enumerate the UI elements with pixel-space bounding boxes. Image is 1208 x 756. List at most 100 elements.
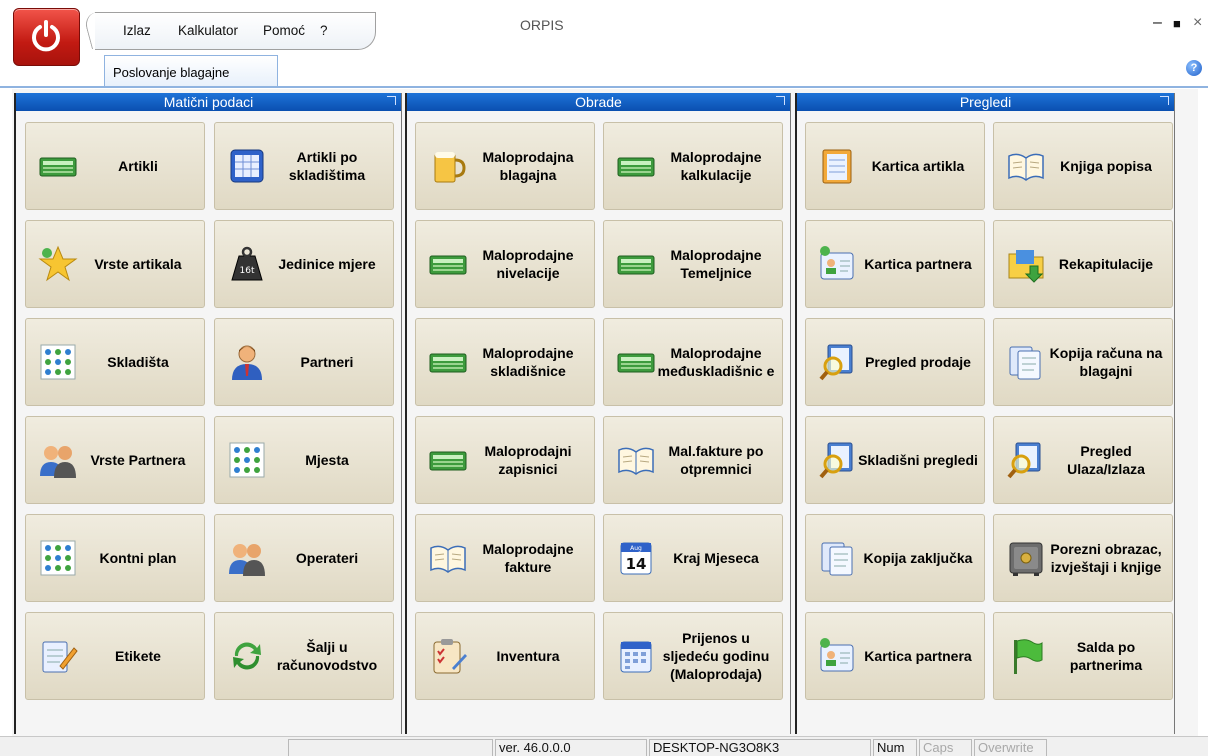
panel-header: Matični podaci [16,93,401,111]
tab-poslovanje-blagajne[interactable]: Poslovanje blagajne [104,55,278,87]
tile-button[interactable]: Skladišta [25,318,205,406]
green-ledger-icon [428,342,468,382]
tile-label: Prijenos u sljedeću godinu (Maloprodaja) [662,630,770,682]
tile-label: Kontni plan [99,550,177,566]
help-icon[interactable]: ? [1186,60,1202,76]
svg-text:14: 14 [626,555,647,573]
weight-icon: 16t [227,244,267,284]
tile-button[interactable]: Rekapitulacije [993,220,1173,308]
close-button[interactable]: × [1193,14,1202,32]
green-ledger-icon [616,342,656,382]
menu-izlaz[interactable]: Izlaz [123,23,151,38]
menu-pomoc[interactable]: Pomoć [263,23,305,38]
tile-label: Artikli [118,158,158,174]
expand-icon[interactable] [1160,96,1169,105]
tile-button[interactable]: Mal.fakture po otpremnici [603,416,783,504]
tile-button[interactable]: Artikli [25,122,205,210]
calendar-icon: Aug 14 [616,538,656,578]
app-title: ORPIS [520,17,564,33]
tile-label: Jedinice mjere [278,256,376,272]
tile-button[interactable]: Mjesta [214,416,394,504]
tile-label: Kartica artikla [871,158,965,174]
contact-card-icon [818,244,858,284]
tile-button[interactable]: Maloprodajne međuskladišnic e [603,318,783,406]
status-overwrite: Overwrite [974,739,1047,756]
panel-header: Obrade [407,93,790,111]
tile-label: Maloprodajne nivelacije [482,247,574,281]
tile-button[interactable]: Kartica partnera [805,220,985,308]
maximize-button[interactable]: ■ [1173,16,1181,31]
people-icon [227,538,267,578]
clipboard-icon [428,636,468,676]
green-ledger-icon [616,146,656,186]
tile-button[interactable]: Maloprodajne nivelacije [415,220,595,308]
open-book-icon [616,440,656,480]
tile-label: Maloprodajne međuskladišnic e [657,345,775,379]
tile-label: Kartica partnera [864,256,972,272]
tile-button[interactable]: Pregled Ulaza/Izlaza [993,416,1173,504]
tile-button[interactable]: Artikli po skladištima [214,122,394,210]
svg-text:Aug: Aug [630,545,642,552]
tile-label: Skladišta [107,354,169,370]
tile-button[interactable]: Prijenos u sljedeću godinu (Maloprodaja) [603,612,783,700]
tile-button[interactable]: Maloprodajne skladišnice [415,318,595,406]
tile-label: Partneri [300,354,354,370]
tile-label: Kopija računa na blagajni [1049,345,1163,379]
power-button[interactable] [13,8,80,66]
refresh-icon [227,636,267,676]
blue-calculator-icon [227,146,267,186]
tile-button[interactable]: Operateri [214,514,394,602]
tile-button[interactable]: Aug 14 Kraj Mjeseca [603,514,783,602]
tile-button[interactable]: Maloprodajne kalkulacije [603,122,783,210]
green-ledger-icon [428,440,468,480]
green-flag-icon [1006,636,1046,676]
power-icon [32,20,60,52]
network-grid-icon [38,342,78,382]
tile-button[interactable]: Maloprodajne Temeljnice [603,220,783,308]
tile-button[interactable]: Porezni obrazac, izvještaji i knjige [993,514,1173,602]
tile-button[interactable]: Šalji u računovodstvo [214,612,394,700]
tile-button[interactable]: Maloprodajni zapisnici [415,416,595,504]
tile-label: Etikete [115,648,161,664]
green-ledger-icon [616,244,656,284]
tile-button[interactable]: Inventura [415,612,595,700]
tile-button[interactable]: Kartica partnera [805,612,985,700]
menu-kalkulator[interactable]: Kalkulator [178,23,238,38]
tile-button[interactable]: Maloprodajne fakture [415,514,595,602]
network-grid-icon [38,538,78,578]
tile-button[interactable]: Knjiga popisa [993,122,1173,210]
tile-button[interactable]: Skladišni pregledi [805,416,985,504]
tile-button[interactable]: Kontni plan [25,514,205,602]
menu-question[interactable]: ? [320,23,328,38]
tile-label: Operateri [295,550,359,566]
tile-label: Mal.fakture po otpremnici [668,443,764,477]
tile-button[interactable]: 16t Jedinice mjere [214,220,394,308]
documents-icon [818,538,858,578]
tile-label: Maloprodajna blagajna [482,149,574,183]
svg-text:16t: 16t [240,266,255,276]
tile-label: Kartica partnera [864,648,972,664]
tile-button[interactable]: Partneri [214,318,394,406]
green-ledger-icon [38,146,78,186]
tile-button[interactable]: Kopija zaključka [805,514,985,602]
tab-strip [0,86,1208,88]
tile-button[interactable]: Pregled prodaje [805,318,985,406]
tile-button[interactable]: Etikete [25,612,205,700]
tile-label: Vrste Partnera [90,452,186,468]
tile-button[interactable]: Kartica artikla [805,122,985,210]
tile-label: Artikli po skladištima [288,149,366,183]
status-num: Num [873,739,917,756]
minimize-button[interactable]: ‒ [1153,14,1162,32]
tile-button[interactable]: Vrste artikala [25,220,205,308]
tile-button[interactable]: Vrste Partnera [25,416,205,504]
tile-label: Maloprodajne kalkulacije [670,149,762,183]
expand-icon[interactable] [387,96,396,105]
expand-icon[interactable] [776,96,785,105]
tile-label: Inventura [496,648,560,664]
tile-button[interactable]: Maloprodajna blagajna [415,122,595,210]
tile-button[interactable]: Kopija računa na blagajni [993,318,1173,406]
tile-label: Skladišni pregledi [858,452,978,468]
tile-button[interactable]: Salda po partnerima [993,612,1173,700]
tile-label: Maloprodajni zapisnici [484,443,572,477]
panel-header: Pregledi [797,93,1174,111]
